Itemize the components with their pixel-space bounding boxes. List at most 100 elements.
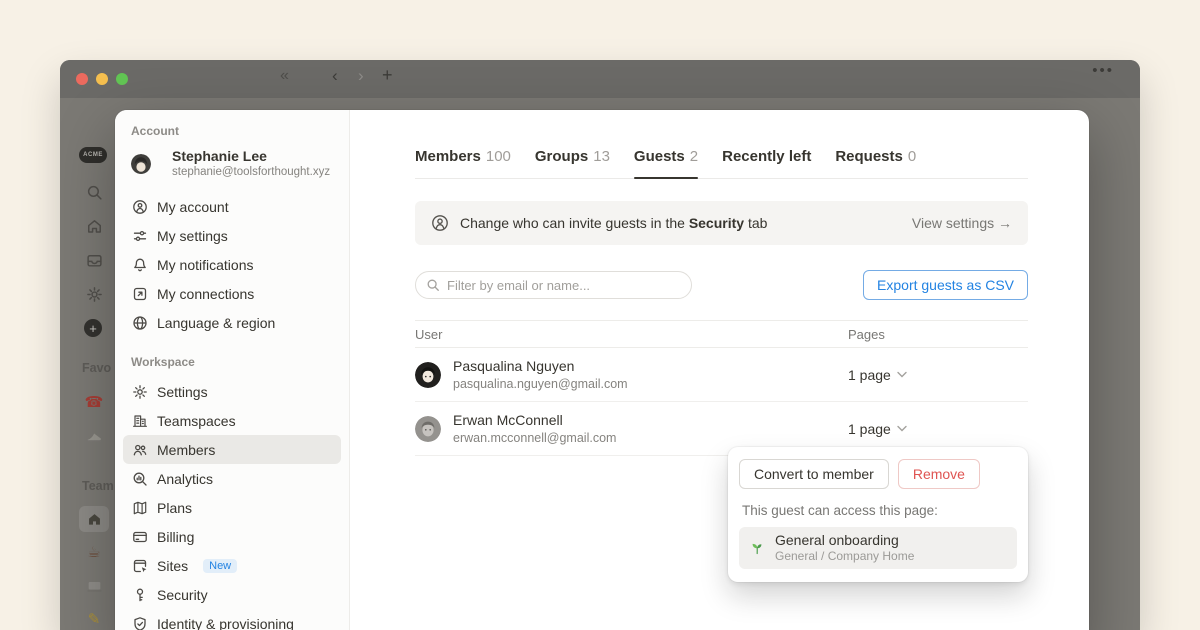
guest-identity: Erwan McConnell erwan.mcconnell@gmail.co… (453, 411, 616, 447)
settings-modal: Account Stephanie Lee stephanie@toolsfor… (115, 110, 1089, 630)
inbox-icon[interactable] (84, 250, 104, 270)
bell-icon (131, 256, 148, 273)
pages-dropdown[interactable]: 1 page (848, 367, 907, 383)
nav-item-teamspaces[interactable]: Teamspaces (123, 406, 341, 435)
nav-item-label: Security (157, 587, 208, 603)
guest-name: Erwan McConnell (453, 411, 616, 430)
teamspaces-section-label: Team (82, 479, 114, 493)
search-icon[interactable] (84, 182, 104, 202)
gear-icon (131, 383, 148, 400)
chevron-down-icon (897, 425, 907, 432)
guest-avatar (415, 416, 441, 442)
nav-item-sites[interactable]: Sites New (123, 551, 341, 580)
page-title: General onboarding (775, 531, 914, 549)
nav-item-my-settings[interactable]: My settings (123, 221, 341, 250)
nav-item-settings[interactable]: Settings (123, 377, 341, 406)
tab-count: 13 (593, 148, 610, 165)
globe-icon (131, 314, 148, 331)
traffic-lights (76, 73, 128, 85)
page-path: General / Company Home (775, 549, 914, 565)
column-header-user: User (415, 327, 442, 342)
page-info: General onboarding General / Company Hom… (775, 531, 914, 565)
guest-email: pasqualina.nguyen@gmail.com (453, 376, 628, 393)
filter-search-input[interactable] (447, 278, 681, 293)
search-icon (426, 278, 440, 292)
nav-item-billing[interactable]: Billing (123, 522, 341, 551)
nav-item-members[interactable]: Members (123, 435, 341, 464)
sidebar-collapse-icon[interactable]: « (280, 67, 287, 85)
workspace-section-label: Workspace (123, 355, 341, 369)
nav-item-my-notifications[interactable]: My notifications (123, 250, 341, 279)
nav-item-my-connections[interactable]: My connections (123, 279, 341, 308)
account-user-row[interactable]: Stephanie Lee stephanie@toolsforthought.… (123, 146, 341, 182)
workspace-logo[interactable]: ACME (79, 147, 107, 163)
tab-label: Guests (634, 148, 685, 165)
nav-item-label: Sites (157, 558, 188, 574)
home-icon[interactable] (84, 216, 104, 236)
nav-item-analytics[interactable]: Analytics (123, 464, 341, 493)
tab-guests[interactable]: Guests2 (634, 148, 698, 178)
popover-buttons: Convert to member Remove (739, 459, 1017, 489)
tab-recently-left[interactable]: Recently left (722, 148, 811, 178)
new-tab-icon[interactable]: + (382, 65, 393, 86)
laptop-page-icon[interactable] (84, 576, 104, 596)
nav-item-label: Members (157, 442, 215, 458)
guests-controls: Export guests as CSV (415, 270, 1028, 300)
export-guests-csv-button[interactable]: Export guests as CSV (863, 270, 1028, 300)
tab-label: Members (415, 148, 481, 165)
coffee-page-icon[interactable]: ☕ (84, 542, 104, 562)
nav-item-my-account[interactable]: My account (123, 192, 341, 221)
tab-count: 100 (486, 148, 511, 165)
nav-item-label: My connections (157, 286, 254, 302)
nav-item-language-region[interactable]: Language & region (123, 308, 341, 337)
tab-members[interactable]: Members 100 (415, 148, 511, 178)
nav-item-label: My account (157, 199, 229, 215)
pencil-page-icon[interactable]: ✎ (84, 609, 104, 629)
nav-item-label: Identity & provisioning (157, 616, 294, 630)
user-avatar (131, 154, 151, 174)
user-email: stephanie@toolsforthought.xyz (172, 165, 330, 180)
minimize-window-button[interactable] (96, 73, 108, 85)
new-page-plus-icon[interactable]: + (84, 319, 102, 337)
nav-item-plans[interactable]: Plans (123, 493, 341, 522)
nav-item-label: My notifications (157, 257, 253, 273)
view-settings-link[interactable]: View settings → (912, 215, 1012, 231)
app-window: « ‹ › + ••• ACME + Favo ☎ Team ☕ (60, 60, 1140, 630)
convert-to-member-button[interactable]: Convert to member (739, 459, 889, 489)
browser-cursor-icon (131, 557, 148, 574)
pages-dropdown[interactable]: 1 page (848, 421, 907, 437)
credit-card-icon (131, 528, 148, 545)
remove-guest-button[interactable]: Remove (898, 459, 980, 489)
more-menu-icon[interactable]: ••• (1092, 62, 1114, 79)
pages-count: 1 page (848, 367, 891, 383)
sliders-icon (131, 227, 148, 244)
people-icon (131, 441, 148, 458)
nav-item-label: My settings (157, 228, 228, 244)
settings-gear-icon[interactable] (84, 284, 104, 304)
external-link-box-icon (131, 285, 148, 302)
tab-label: Requests (835, 148, 903, 165)
nav-item-label: Billing (157, 529, 194, 545)
tab-label: Recently left (722, 148, 811, 165)
back-icon[interactable]: ‹ (332, 66, 338, 86)
favorites-section-label: Favo (82, 361, 111, 375)
user-name: Stephanie Lee (172, 148, 330, 166)
tab-groups[interactable]: Groups13 (535, 148, 610, 178)
phone-page-icon[interactable]: ☎ (84, 392, 104, 412)
nav-item-label: Settings (157, 384, 208, 400)
accessible-page-item[interactable]: General onboarding General / Company Hom… (739, 527, 1017, 569)
guest-avatar (415, 362, 441, 388)
guests-table-header: User Pages (415, 320, 1028, 348)
sprout-icon (749, 540, 765, 556)
filter-search-box[interactable] (415, 271, 692, 299)
zoom-window-button[interactable] (116, 73, 128, 85)
nav-item-identity-provisioning[interactable]: Identity & provisioning (123, 609, 341, 630)
nav-item-label: Language & region (157, 315, 275, 331)
nav-item-label: Plans (157, 500, 192, 516)
close-window-button[interactable] (76, 73, 88, 85)
nav-item-security[interactable]: Security (123, 580, 341, 609)
tab-requests[interactable]: Requests0 (835, 148, 916, 178)
sneaker-page-icon[interactable] (84, 426, 104, 446)
guest-actions-popover: Convert to member Remove This guest can … (728, 447, 1028, 582)
company-home-icon[interactable] (79, 506, 109, 532)
